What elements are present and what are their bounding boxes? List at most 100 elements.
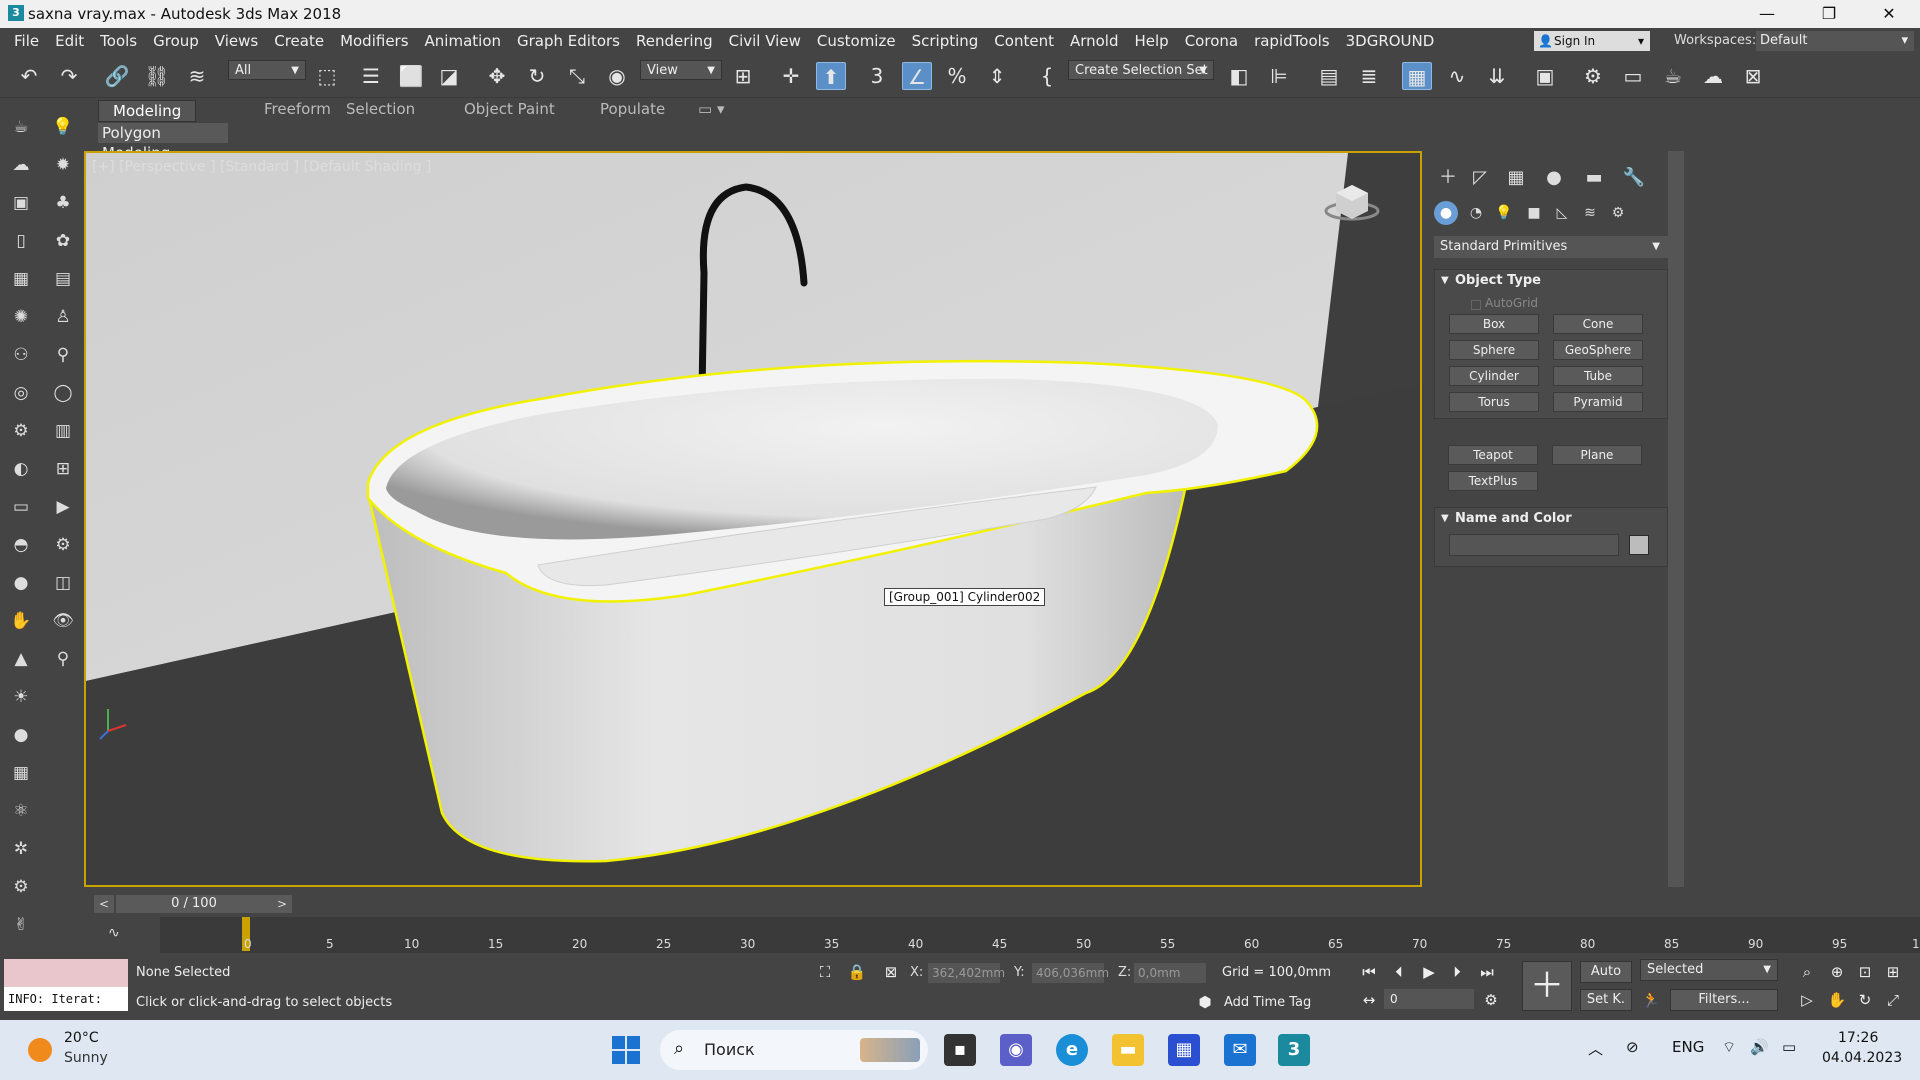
- systems-icon[interactable]: ⚙: [1606, 201, 1630, 225]
- zoom-all-icon[interactable]: ⊕: [1826, 961, 1848, 983]
- place-icon[interactable]: ◉: [602, 62, 632, 90]
- camera-icon[interactable]: ◎: [8, 380, 34, 406]
- teapot-button[interactable]: Teapot: [1448, 445, 1538, 465]
- rectangular-selection-icon[interactable]: ⬜: [396, 62, 426, 90]
- next-frame-arrow-icon[interactable]: >: [272, 895, 292, 913]
- add-time-tag[interactable]: Add Time Tag: [1224, 995, 1311, 1010]
- show-hidden-icons-chevron-icon[interactable]: ︿: [1588, 1038, 1603, 1059]
- cylinder-button[interactable]: Cylinder: [1449, 366, 1539, 386]
- render-activeshade-icon[interactable]: ⊠: [1738, 62, 1768, 90]
- menu-animation[interactable]: Animation: [419, 32, 511, 50]
- menu-rendering[interactable]: Rendering: [630, 32, 723, 50]
- window-crossing-icon[interactable]: ◪: [434, 62, 464, 90]
- sign-in-dropdown[interactable]: 👤 Sign In ▾: [1534, 31, 1650, 51]
- previous-frame-icon[interactable]: ⏴: [1388, 961, 1410, 983]
- lights-icon[interactable]: 💡: [1492, 201, 1516, 225]
- material-editor-icon[interactable]: ▣: [1530, 62, 1560, 90]
- space-warps-icon[interactable]: ≋: [1578, 201, 1602, 225]
- clock-time[interactable]: 17:26: [1838, 1030, 1878, 1046]
- pan-view-icon[interactable]: ✋: [1826, 989, 1848, 1011]
- selection-filter-dropdown[interactable]: All ▼: [228, 60, 306, 80]
- portrait-icon[interactable]: ⚲: [50, 342, 76, 368]
- edge-browser-icon[interactable]: e: [1056, 1034, 1088, 1066]
- list-icon[interactable]: ▤: [50, 266, 76, 292]
- redo-icon[interactable]: ↷: [54, 62, 84, 90]
- ring-icon[interactable]: ◯: [50, 380, 76, 406]
- current-frame-field[interactable]: 0: [1384, 989, 1474, 1009]
- figure-icon[interactable]: ♙: [50, 304, 76, 330]
- light-icon[interactable]: ✺: [8, 304, 34, 330]
- timeline-ruler[interactable]: 0 5 10 15 20 25 30 35 40 45 50 55 60 65 …: [160, 917, 1920, 953]
- microsoft-store-icon[interactable]: ▦: [1168, 1034, 1200, 1066]
- create-tab-plus-icon[interactable]: ＋: [1434, 165, 1462, 191]
- zoom-extents-all-icon[interactable]: ⊞: [1882, 961, 1904, 983]
- x-coordinate-field[interactable]: 362,402mm: [928, 963, 1005, 983]
- maxscript-listener-mini[interactable]: [4, 959, 128, 987]
- maxscript-info-line[interactable]: INFO: Iterat:: [4, 987, 128, 1011]
- menu-file[interactable]: File: [8, 32, 49, 50]
- select-manipulate-icon[interactable]: ✛: [776, 62, 806, 90]
- language-indicator[interactable]: ENG: [1672, 1038, 1704, 1056]
- percent-snap-icon[interactable]: %: [942, 62, 972, 90]
- minimize-icon[interactable]: —: [1744, 0, 1790, 28]
- bind-space-warp-icon[interactable]: ≋: [182, 62, 212, 90]
- menu-graph-editors[interactable]: Graph Editors: [511, 32, 630, 50]
- plus-box-icon[interactable]: ⊞: [50, 456, 76, 482]
- align-icon[interactable]: ⊫: [1264, 62, 1294, 90]
- cameras-icon[interactable]: ■: [1522, 201, 1546, 225]
- menu-help[interactable]: Help: [1129, 32, 1179, 50]
- shapes-icon[interactable]: ◔: [1464, 201, 1488, 225]
- toggle-icon[interactable]: ◐: [8, 456, 34, 482]
- key-filters-button[interactable]: Filters...: [1670, 989, 1778, 1011]
- close-icon[interactable]: ✕: [1866, 0, 1912, 28]
- light-bulb-icon[interactable]: 💡: [50, 114, 76, 140]
- 3dsmax-app-icon[interactable]: 3: [8, 5, 24, 21]
- angle-snap-icon[interactable]: ∠: [902, 62, 932, 90]
- restore-icon[interactable]: ❐: [1806, 0, 1852, 28]
- viewport-label[interactable]: [+] [Perspective ] [Standard ] [Default …: [92, 159, 431, 175]
- weather-temperature[interactable]: 20°C: [64, 1030, 99, 1046]
- set-keys-icon[interactable]: ＋: [1522, 961, 1572, 1011]
- undo-icon[interactable]: ↶: [14, 62, 44, 90]
- y-coordinate-field[interactable]: 406,036mm: [1032, 963, 1109, 983]
- menu-create[interactable]: Create: [268, 32, 334, 50]
- render-production-icon[interactable]: ☕: [1658, 62, 1688, 90]
- scene-explorer-icon[interactable]: ▤: [1314, 62, 1344, 90]
- polygon-modeling-panel[interactable]: Polygon Modeling: [98, 123, 228, 162]
- tab-freeform[interactable]: Freeform: [264, 100, 331, 118]
- reference-coordinate-dropdown[interactable]: View ▼: [640, 60, 722, 80]
- select-by-name-icon[interactable]: ☰: [356, 62, 386, 90]
- menu-rapidtools[interactable]: rapidTools: [1248, 32, 1340, 50]
- image-icon[interactable]: ▣: [8, 190, 34, 216]
- dome-icon[interactable]: ◓: [8, 532, 34, 558]
- tree-icon[interactable]: ♣: [50, 190, 76, 216]
- sun-icon[interactable]: ✹: [50, 152, 76, 178]
- ribbon-toggle-icon[interactable]: ▦: [1402, 62, 1432, 90]
- clock-date[interactable]: 04.04.2023: [1822, 1050, 1902, 1066]
- film-icon[interactable]: ⚙: [8, 418, 34, 444]
- geosphere-button[interactable]: GeoSphere: [1553, 340, 1643, 360]
- auto-key-button[interactable]: Auto: [1580, 961, 1632, 983]
- utilities-tab-wrench-icon[interactable]: 🔧: [1620, 165, 1648, 191]
- helpers-icon[interactable]: ◺: [1550, 201, 1574, 225]
- render-setup-icon[interactable]: ⚙: [1578, 62, 1608, 90]
- move-icon[interactable]: ✥: [482, 62, 512, 90]
- play-box-icon[interactable]: ▶: [50, 494, 76, 520]
- zoom-extents-icon[interactable]: ⊡: [1854, 961, 1876, 983]
- object-type-header[interactable]: ▼ Object Type: [1435, 270, 1667, 292]
- named-selection-sets-dropdown[interactable]: Create Selection Set ▼: [1068, 60, 1214, 80]
- mail-icon[interactable]: ✉: [1224, 1034, 1256, 1066]
- time-slider-thumb[interactable]: 0 / 100: [116, 895, 272, 913]
- rendered-frame-window-icon[interactable]: ▭: [1618, 62, 1648, 90]
- menu-views[interactable]: Views: [209, 32, 268, 50]
- workspace-select[interactable]: Default ▾: [1756, 31, 1914, 51]
- eye-icon[interactable]: 👁: [50, 608, 76, 634]
- plant-icon[interactable]: ✿: [50, 228, 76, 254]
- z-coordinate-field[interactable]: 0,0mm: [1134, 963, 1206, 983]
- select-object-icon[interactable]: ⬚: [312, 62, 342, 90]
- dope-sheet-icon[interactable]: ⇊: [1482, 62, 1512, 90]
- bulb-small-icon[interactable]: ⚲: [50, 646, 76, 672]
- menu-content[interactable]: Content: [988, 32, 1064, 50]
- key-mode-toggle-icon[interactable]: ↔: [1358, 989, 1380, 1011]
- pivot-center-icon[interactable]: ⊞: [728, 62, 758, 90]
